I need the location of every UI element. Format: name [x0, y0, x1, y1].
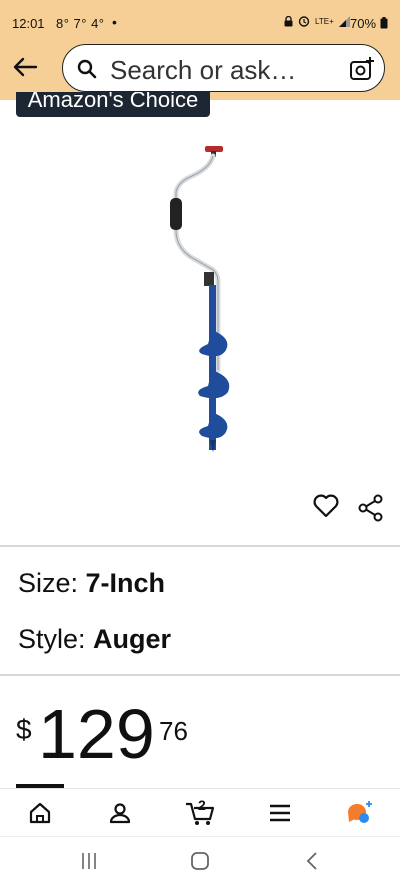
product-image[interactable]	[150, 140, 260, 460]
size-label: Size:	[18, 568, 86, 598]
rufus-icon	[347, 801, 372, 823]
status-bar: 12:01 8° 7° 4° • LTE+ 70%	[0, 0, 400, 44]
cart-count: 2	[198, 797, 206, 813]
back-button[interactable]	[10, 52, 40, 82]
price-whole: 129	[38, 695, 155, 773]
size-value: 7-Inch	[85, 568, 166, 598]
status-weather: 8° 7° 4°	[56, 16, 105, 31]
tab-rufus[interactable]	[335, 795, 385, 831]
tab-account[interactable]	[95, 795, 145, 831]
style-label: Style:	[18, 624, 94, 654]
battery: 70%	[350, 16, 388, 31]
camera-search-icon[interactable]	[349, 56, 375, 82]
divider	[0, 674, 400, 676]
alarm-icon	[298, 16, 310, 27]
badge-label: Amazon's Choice	[27, 92, 199, 112]
status-dot: •	[112, 14, 117, 30]
account-icon	[109, 803, 131, 824]
tab-menu[interactable]	[255, 795, 305, 831]
system-nav-bar	[0, 836, 400, 890]
battery-percent: 70%	[350, 16, 377, 31]
search-input[interactable]: Search or ask…	[110, 55, 296, 86]
status-time: 12:01	[12, 16, 45, 31]
back-arrow-icon	[13, 57, 38, 77]
heart-icon[interactable]	[312, 493, 340, 519]
share-icon[interactable]	[358, 494, 384, 522]
signal-icon	[338, 15, 350, 27]
amazons-choice-badge: Amazon's Choice	[16, 92, 210, 117]
search-bar[interactable]: Search or ask…	[62, 44, 385, 92]
style-selector[interactable]: Style: Auger	[18, 624, 171, 655]
price-fraction: 76	[159, 716, 188, 746]
divider	[0, 545, 400, 547]
home-icon	[29, 802, 51, 824]
home-nav-icon[interactable]	[190, 851, 210, 871]
network-label: LTE+	[315, 16, 334, 26]
bottom-tab-bar: 2	[0, 788, 400, 837]
back-nav-icon[interactable]	[305, 851, 319, 871]
style-value: Auger	[93, 624, 172, 654]
price-symbol: $	[16, 714, 32, 745]
search-icon	[77, 59, 97, 79]
header: 12:01 8° 7° 4° • LTE+ 70% Search or ask…	[0, 0, 400, 100]
recent-apps-icon[interactable]	[80, 851, 98, 871]
lock-icon	[284, 15, 293, 26]
size-selector[interactable]: Size: 7-Inch	[18, 568, 165, 599]
tab-home[interactable]	[15, 795, 65, 831]
tab-cart[interactable]: 2	[175, 795, 225, 831]
status-icons: LTE+	[284, 15, 351, 27]
battery-icon	[380, 17, 388, 29]
menu-icon	[270, 804, 290, 822]
